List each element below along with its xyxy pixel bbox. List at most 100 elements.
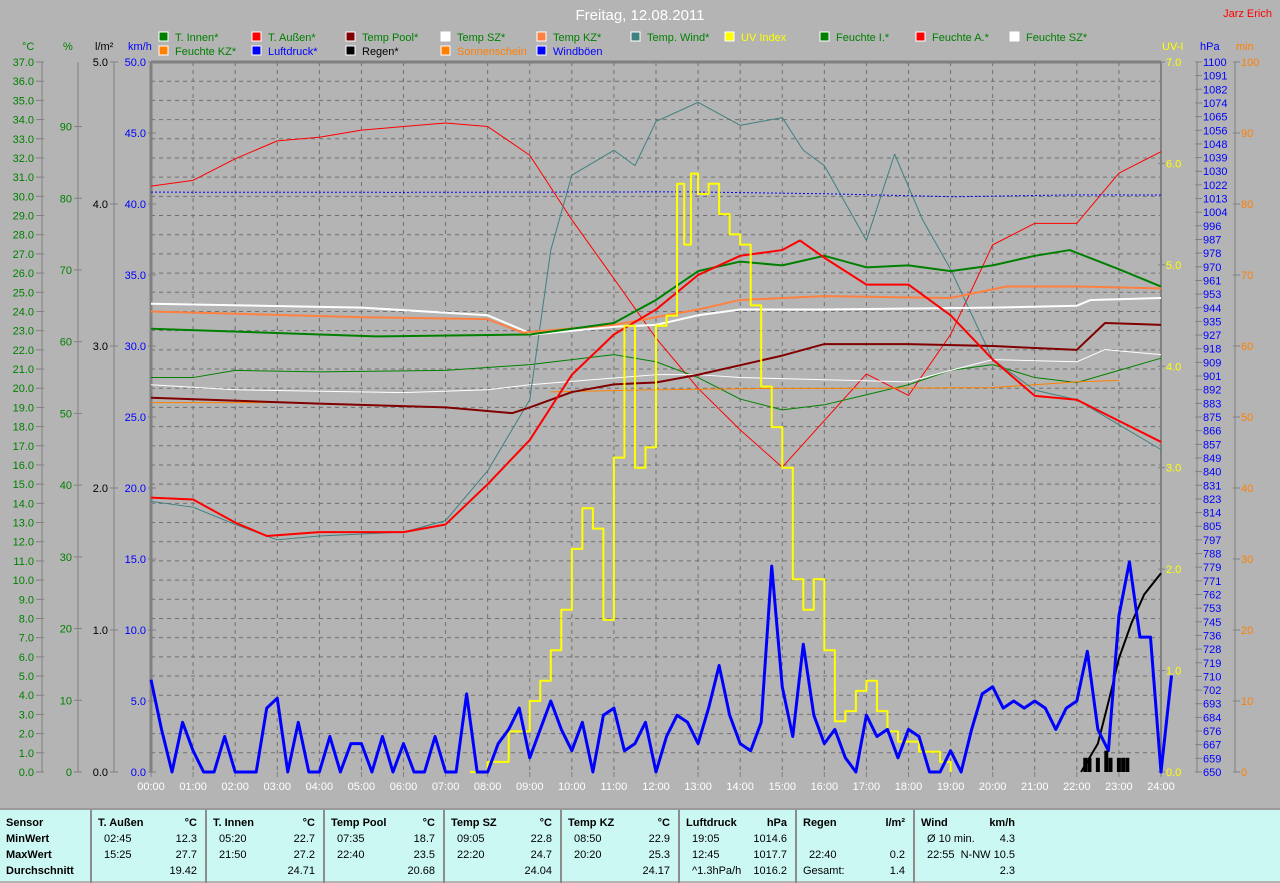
cell-value: 20.68 [407, 865, 435, 877]
axis-tick-label-c: 21.0 [13, 364, 34, 376]
axis-tick-label-c: 17.0 [13, 441, 34, 453]
x-tick-label: 09:00 [516, 781, 544, 793]
cell-value: 2.3 [999, 865, 1015, 877]
axis-tick-label-pct: 30 [60, 552, 72, 564]
cell-value: 24.7 [530, 849, 552, 861]
axis-tick-label-hpa: 970 [1203, 262, 1221, 274]
axis-title-pct: % [63, 41, 73, 53]
axis-tick-label-c: 28.0 [13, 230, 34, 242]
column-header: Temp Pool [331, 817, 387, 829]
legend-label: Regen* [362, 46, 399, 58]
cell-value: N-NW 10.5 [960, 849, 1015, 861]
table-row: Sensor [0, 815, 90, 831]
legend-label: Feuchte I.* [836, 32, 890, 44]
cell-value: 18.7 [413, 833, 435, 845]
x-tick-label: 03:00 [263, 781, 291, 793]
chart-title: Freitag, 12.08.2011 [576, 7, 705, 24]
table-row: 20:20 25.3 [562, 847, 678, 863]
axis-tick-label-hpa: 676 [1203, 726, 1221, 738]
row-label: Durchschnitt [6, 865, 74, 877]
table-row: T. Außen °C [92, 815, 205, 831]
axis-tick-label-hpa: 702 [1203, 685, 1221, 697]
plot-area [149, 101, 1174, 774]
axis-tick-label-uv: 0.0 [1166, 767, 1181, 779]
x-tick-label: 16:00 [811, 781, 839, 793]
rain-bar [1116, 757, 1121, 772]
axis-tick-label-hpa: 1013 [1203, 194, 1227, 206]
axis-tick-label-kmh: 25.0 [125, 412, 146, 424]
axis-tick-label-hpa: 805 [1203, 521, 1221, 533]
axis-tick-label-c: 36.0 [13, 76, 34, 88]
axis-tick-label-uv: 7.0 [1166, 57, 1181, 69]
x-tick-label: 07:00 [432, 781, 460, 793]
axis-tick-label-hpa: 978 [1203, 248, 1221, 260]
legend-swatch [630, 31, 641, 42]
axis-tick-label-pct: 60 [60, 337, 72, 349]
axis-tick-label-c: 4.0 [19, 690, 34, 702]
table-row: Durchschnitt [0, 863, 90, 879]
x-tick-label: 10:00 [558, 781, 586, 793]
axis-tick-label-pct: 0 [66, 767, 72, 779]
cell-value: 24.17 [642, 865, 670, 877]
axis-tick-label-hpa: 710 [1203, 671, 1221, 683]
table-row: 24.71 [207, 863, 323, 879]
axis-tick-label-c: 25.0 [13, 287, 34, 299]
table-column: Luftdruck hPa 19:05 1014.6 12:45 1017.7 ^1.3hP… [678, 810, 795, 883]
legend-swatch [536, 45, 547, 56]
legend-swatch [724, 31, 735, 42]
author-label: Jarz Erich [1223, 8, 1272, 20]
table-column: Temp KZ °C 08:50 22.9 20:20 25.3 24.17 [560, 810, 678, 883]
cell-time: 21:50 [219, 849, 247, 861]
x-tick-label: 24:00 [1147, 781, 1175, 793]
axis-tick-label-kmh: 50.0 [125, 57, 146, 69]
legend-label: Feuchte A.* [932, 32, 990, 44]
legend-label: Feuchte KZ* [175, 46, 237, 58]
cell-value: 0.2 [889, 849, 905, 861]
table-row [797, 831, 913, 847]
axis-tick-label-hpa: 753 [1203, 603, 1221, 615]
axis-title-uv: UV-I [1162, 41, 1183, 53]
axis-tick-label-uv: 4.0 [1166, 361, 1181, 373]
table-row: Luftdruck hPa [680, 815, 795, 831]
axis-tick-label-hpa: 892 [1203, 385, 1221, 397]
axis-tick-label-c: 11.0 [13, 556, 34, 568]
cell-time: ^1.3hPa/h [692, 865, 742, 877]
axis-tick-label-hpa: 875 [1203, 412, 1221, 424]
axis-tick-label-lm2: 5.0 [93, 57, 108, 69]
axis-tick-label-hpa: 1039 [1203, 153, 1227, 165]
axis-tick-label-c: 32.0 [13, 153, 34, 165]
axis-tick-label-hpa: 857 [1203, 439, 1221, 451]
legend: T. Innen* T. Außen* Temp Pool* Temp SZ* Temp… [158, 31, 1088, 58]
axis-tick-label-hpa: 927 [1203, 330, 1221, 342]
axis-title-min: min [1236, 41, 1254, 53]
axis-tick-label-pct: 40 [60, 480, 72, 492]
axis-tick-label-hpa: 1091 [1203, 71, 1227, 83]
x-tick-label: 00:00 [137, 781, 165, 793]
axis-tick-label-c: 13.0 [13, 518, 34, 530]
axis-tick-label-lm2: 2.0 [93, 483, 108, 495]
column-header: Luftdruck [686, 817, 737, 829]
axis-tick-label-hpa: 840 [1203, 467, 1221, 479]
axis-tick-label-hpa: 823 [1203, 494, 1221, 506]
axis-tick-label-pct: 80 [60, 193, 72, 205]
x-tick-label: 13:00 [684, 781, 712, 793]
table-row: Temp KZ °C [562, 815, 678, 831]
axis-tick-label-c: 35.0 [13, 95, 34, 107]
legend-label: Luftdruck* [268, 46, 318, 58]
axis-tick-label-c: 8.0 [19, 613, 34, 625]
table-row: 07:35 18.7 [325, 831, 443, 847]
column-header: T. Innen [213, 817, 254, 829]
axis-tick-label-min: 60 [1241, 341, 1253, 353]
column-unit: hPa [766, 817, 787, 829]
axis-tick-label-pct: 10 [60, 695, 72, 707]
axis-tick-label-hpa: 1004 [1203, 207, 1227, 219]
table-row: Regen l/m² [797, 815, 913, 831]
legend-swatch [536, 31, 547, 42]
axis-tick-label-c: 6.0 [19, 652, 34, 664]
column-unit: °C [657, 817, 670, 829]
cell-value: 27.7 [175, 849, 197, 861]
axis-tick-label-min: 100 [1241, 57, 1259, 69]
table-row: T. Innen °C [207, 815, 323, 831]
axis-tick-label-hpa: 953 [1203, 289, 1221, 301]
axis-tick-label-c: 26.0 [13, 268, 34, 280]
